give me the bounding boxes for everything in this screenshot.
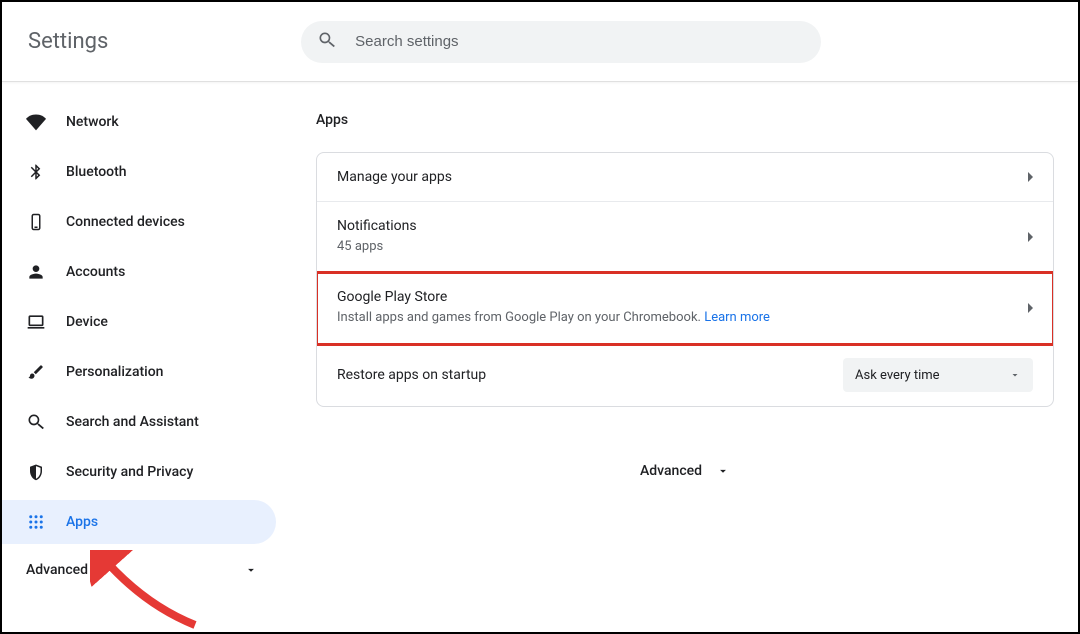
search-input[interactable] bbox=[355, 33, 805, 50]
wifi-icon bbox=[26, 112, 46, 132]
row-title: Google Play Store bbox=[337, 289, 770, 305]
sidebar: Network Bluetooth Connected devices Acco… bbox=[2, 82, 282, 632]
shield-icon bbox=[26, 462, 46, 482]
sidebar-item-accounts[interactable]: Accounts bbox=[2, 250, 282, 294]
chevron-right-icon bbox=[1028, 232, 1033, 242]
sidebar-item-label: Bluetooth bbox=[66, 164, 127, 180]
advanced-label: Advanced bbox=[26, 562, 88, 578]
row-title: Manage your apps bbox=[337, 169, 452, 185]
row-google-play-store[interactable]: Google Play Store Install apps and games… bbox=[317, 273, 1053, 344]
chevron-right-icon bbox=[1028, 172, 1033, 182]
sidebar-item-label: Security and Privacy bbox=[66, 464, 193, 480]
sidebar-item-apps[interactable]: Apps bbox=[2, 500, 276, 544]
main-advanced-toggle[interactable]: Advanced bbox=[316, 463, 1054, 479]
learn-more-link[interactable]: Learn more bbox=[704, 310, 770, 325]
sidebar-advanced-toggle[interactable]: Advanced bbox=[2, 550, 282, 588]
sidebar-item-label: Connected devices bbox=[66, 214, 185, 230]
sidebar-item-connected-devices[interactable]: Connected devices bbox=[2, 200, 282, 244]
section-title: Apps bbox=[316, 112, 1054, 128]
restore-apps-dropdown[interactable]: Ask every time bbox=[843, 358, 1033, 392]
sidebar-item-bluetooth[interactable]: Bluetooth bbox=[2, 150, 282, 194]
chevron-down-icon bbox=[1009, 369, 1021, 381]
main-content: Apps Manage your apps Notifications 45 a… bbox=[282, 82, 1078, 632]
sidebar-item-label: Device bbox=[66, 314, 108, 330]
apps-card: Manage your apps Notifications 45 apps G… bbox=[316, 152, 1054, 407]
chevron-down-icon bbox=[244, 563, 258, 577]
phone-icon bbox=[26, 212, 46, 232]
search-icon bbox=[26, 412, 46, 432]
sidebar-item-personalization[interactable]: Personalization bbox=[2, 350, 282, 394]
row-manage-apps[interactable]: Manage your apps bbox=[317, 153, 1053, 202]
sidebar-item-network[interactable]: Network bbox=[2, 100, 282, 144]
sidebar-item-label: Search and Assistant bbox=[66, 414, 199, 430]
sidebar-item-label: Apps bbox=[66, 514, 98, 530]
sidebar-item-label: Accounts bbox=[66, 264, 125, 280]
sidebar-item-device[interactable]: Device bbox=[2, 300, 282, 344]
row-restore-apps: Restore apps on startup Ask every time bbox=[317, 344, 1053, 406]
page-title: Settings bbox=[28, 29, 108, 54]
row-subtitle: Install apps and games from Google Play … bbox=[337, 309, 770, 327]
header: Settings bbox=[2, 2, 1078, 82]
sidebar-item-security-privacy[interactable]: Security and Privacy bbox=[2, 450, 282, 494]
sidebar-item-label: Personalization bbox=[66, 364, 163, 380]
row-title: Restore apps on startup bbox=[337, 367, 843, 383]
laptop-icon bbox=[26, 312, 46, 332]
apps-icon bbox=[26, 512, 46, 532]
person-icon bbox=[26, 262, 46, 282]
chevron-right-icon bbox=[1028, 303, 1033, 313]
chevron-down-icon bbox=[716, 464, 730, 478]
advanced-label: Advanced bbox=[640, 463, 702, 479]
dropdown-value: Ask every time bbox=[855, 368, 940, 383]
bluetooth-icon bbox=[26, 162, 46, 182]
row-subtitle: 45 apps bbox=[337, 238, 417, 256]
sidebar-item-label: Network bbox=[66, 114, 119, 130]
row-title: Notifications bbox=[337, 218, 417, 234]
row-notifications[interactable]: Notifications 45 apps bbox=[317, 202, 1053, 273]
search-icon bbox=[317, 30, 355, 54]
brush-icon bbox=[26, 362, 46, 382]
search-wrap bbox=[108, 21, 1054, 63]
sidebar-item-search-assistant[interactable]: Search and Assistant bbox=[2, 400, 282, 444]
search-box[interactable] bbox=[301, 21, 821, 63]
